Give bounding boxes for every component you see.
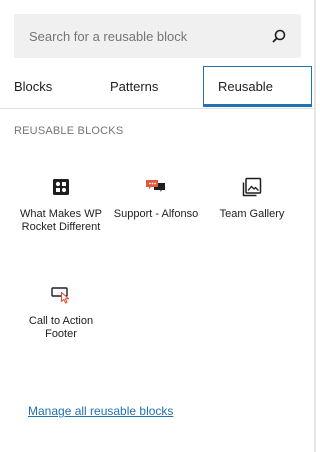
search-input[interactable]	[14, 14, 259, 58]
tab-reusable[interactable]: Reusable	[203, 66, 312, 107]
panel-divider	[314, 0, 316, 452]
section-title: REUSABLE BLOCKS	[14, 125, 124, 137]
gallery-icon	[242, 177, 262, 197]
tab-patterns[interactable]: Patterns	[110, 66, 158, 108]
block-grid-icon	[53, 179, 69, 195]
block-item-support-alfonso[interactable]: Support - Alfonso	[108, 175, 204, 221]
inserter-tabs: Blocks Patterns Reusable	[0, 66, 314, 109]
tab-blocks[interactable]: Blocks	[14, 66, 52, 108]
block-inserter-panel: Blocks Patterns Reusable REUSABLE BLOCKS…	[0, 0, 314, 452]
block-item-label: Support - Alfonso	[113, 208, 199, 220]
block-item-label: What Makes WP Rocket Different	[20, 208, 102, 233]
call-to-action-icon	[51, 287, 70, 304]
search-box	[14, 14, 301, 58]
block-item-label: Team Gallery	[219, 208, 285, 220]
block-item-team-gallery[interactable]: Team Gallery	[204, 175, 300, 221]
block-item-label: Call to Action Footer	[28, 315, 94, 340]
block-item-call-to-action-footer[interactable]: Call to Action Footer	[13, 282, 109, 340]
manage-reusable-blocks-link[interactable]: Manage all reusable blocks	[28, 404, 173, 418]
block-item-what-makes-wp-rocket-different[interactable]: What Makes WP Rocket Different	[13, 175, 109, 233]
chat-bubbles-icon	[146, 180, 165, 192]
search-icon[interactable]	[271, 28, 287, 44]
